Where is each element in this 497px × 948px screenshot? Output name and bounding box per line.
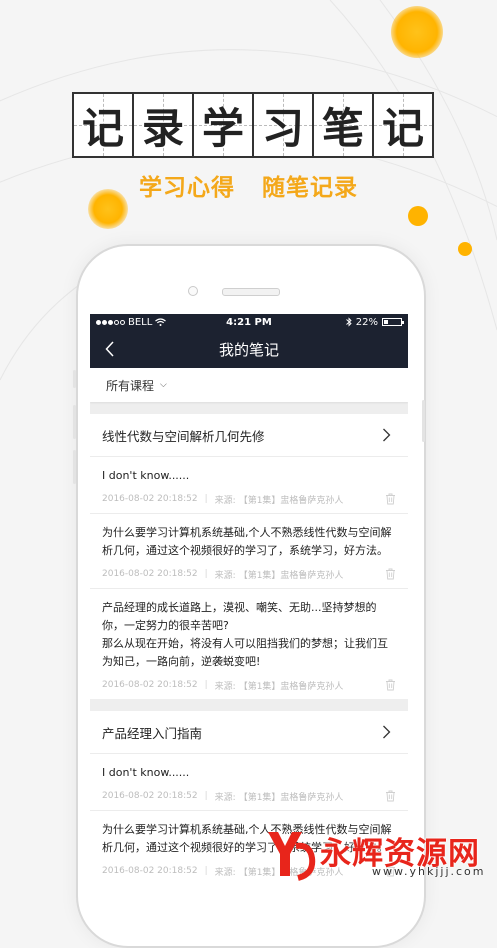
filter-label: 所有课程 xyxy=(106,378,155,393)
course-title: 线性代数与空间解析几何先修 xyxy=(102,428,265,444)
note-source: 【第1集】盅格鲁萨克孙人 xyxy=(238,495,344,506)
phone-speaker xyxy=(222,288,280,296)
note-text: 为什么要学习计算机系统基础,个人不熟悉线性代数与空间解析几何，通过这个视频很好的… xyxy=(102,526,392,557)
note-meta: 2016-08-02 20:18:52 | 来源: 【第1集】盅格鲁萨克孙人 xyxy=(102,782,396,810)
note-item[interactable]: 产品经理的成长道路上，漠视、嘲笑、无助...坚持梦想的你，一定努力的很辛苦吧? … xyxy=(90,589,408,699)
meta-separator: | xyxy=(204,494,208,504)
decor-dot-small xyxy=(408,206,428,226)
note-text: I don't know...... xyxy=(102,766,190,779)
phone-side-button xyxy=(73,405,76,439)
note-meta: 2016-08-02 20:18:52 | 来源: 【第1集】盅格鲁萨克孙人 xyxy=(102,671,396,699)
title-char-box: 习 xyxy=(252,92,314,158)
note-date: 2016-08-02 20:18:52 xyxy=(102,791,198,801)
note-meta: 2016-08-02 20:18:52 | 来源: 【第1集】盅格鲁萨克孙人 xyxy=(102,560,396,588)
phone-side-button xyxy=(73,370,76,388)
note-date: 2016-08-02 20:18:52 xyxy=(102,680,198,690)
page-title: 我的笔记 xyxy=(218,340,279,359)
battery-icon xyxy=(382,318,404,326)
trash-icon[interactable] xyxy=(385,679,396,691)
watermark: 永辉资源网 www.yhkjjj.com xyxy=(262,826,497,883)
note-item[interactable]: I don't know...... 2016-08-02 20:18:52 |… xyxy=(90,457,408,514)
decor-dot-tiny xyxy=(458,242,472,256)
phone-side-button xyxy=(73,450,76,484)
note-source: 【第1集】盅格鲁萨克孙人 xyxy=(238,792,344,803)
note-date: 2016-08-02 20:18:52 xyxy=(102,494,198,504)
phone-side-button xyxy=(422,400,425,442)
meta-separator: | xyxy=(204,866,208,876)
app-screen: BELL 4:21 PM 22% 我的笔记 所有课程 ⌵ 线性代数与空间解析几何… xyxy=(90,314,408,883)
note-text: I don't know...... xyxy=(102,469,190,482)
promo-subtitle: 学习心得 随笔记录 xyxy=(138,175,359,201)
title-char-box: 记 xyxy=(72,92,134,158)
watermark-logo-icon xyxy=(268,832,316,881)
meta-separator: | xyxy=(204,791,208,801)
chevron-right-icon xyxy=(382,725,396,739)
signal-icon xyxy=(96,319,125,325)
note-meta: 2016-08-02 20:18:52 | 来源: 【第1集】盅格鲁萨克孙人 xyxy=(102,485,396,513)
note-source-label: 来源: xyxy=(214,570,236,581)
meta-separator: | xyxy=(204,569,208,579)
course-title: 产品经理入门指南 xyxy=(102,725,203,741)
note-source-label: 来源: xyxy=(214,495,236,506)
nav-bar: 我的笔记 xyxy=(90,330,408,368)
note-item[interactable]: I don't know...... 2016-08-02 20:18:52 |… xyxy=(90,754,408,811)
course-header[interactable]: 产品经理入门指南 xyxy=(90,711,408,754)
note-source-label: 来源: xyxy=(214,792,236,803)
note-text: 产品经理的成长道路上，漠视、嘲笑、无助...坚持梦想的你，一定努力的很辛苦吧? … xyxy=(102,601,388,668)
trash-icon[interactable] xyxy=(385,790,396,802)
title-char-box: 学 xyxy=(192,92,254,158)
note-source-label: 来源: xyxy=(214,867,236,878)
course-card: 线性代数与空间解析几何先修 I don't know...... 2016-08… xyxy=(90,414,408,699)
title-char-box: 录 xyxy=(132,92,194,158)
note-source: 【第1集】盅格鲁萨克孙人 xyxy=(238,570,344,581)
title-char-box: 笔 xyxy=(312,92,374,158)
note-source: 【第1集】盅格鲁萨克孙人 xyxy=(238,681,344,692)
note-item[interactable]: 为什么要学习计算机系统基础,个人不熟悉线性代数与空间解析几何，通过这个视频很好的… xyxy=(90,514,408,589)
course-header[interactable]: 线性代数与空间解析几何先修 xyxy=(90,414,408,457)
promo-title: 记 录 学 习 笔 记 xyxy=(72,92,434,158)
phone-camera xyxy=(188,286,198,296)
wifi-icon xyxy=(155,318,167,326)
course-filter-dropdown[interactable]: 所有课程 ⌵ xyxy=(90,368,408,402)
chevron-right-icon xyxy=(382,428,396,442)
trash-icon[interactable] xyxy=(385,493,396,505)
note-date: 2016-08-02 20:18:52 xyxy=(102,569,198,579)
note-date: 2016-08-02 20:18:52 xyxy=(102,866,198,876)
decor-sun-large xyxy=(391,6,443,58)
status-bar: BELL 4:21 PM 22% xyxy=(90,314,408,330)
chevron-down-icon: ⌵ xyxy=(160,380,167,390)
back-button[interactable] xyxy=(100,338,120,360)
trash-icon[interactable] xyxy=(385,568,396,580)
note-source-label: 来源: xyxy=(214,681,236,692)
bluetooth-icon xyxy=(345,317,352,327)
meta-separator: | xyxy=(204,680,208,690)
battery-percent: 22% xyxy=(355,316,378,328)
title-char-box: 记 xyxy=(372,92,434,158)
watermark-url: www.yhkjjj.com xyxy=(372,865,486,878)
chevron-left-icon xyxy=(105,341,114,357)
carrier-label: BELL xyxy=(128,316,153,328)
